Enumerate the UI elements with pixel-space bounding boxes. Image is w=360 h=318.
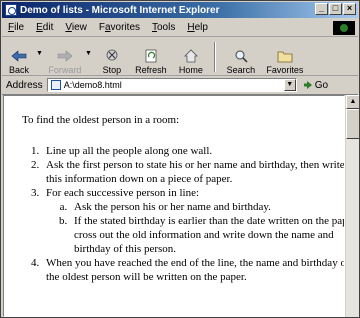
address-label: Address bbox=[6, 79, 43, 91]
maximize-button[interactable]: □ bbox=[329, 3, 342, 15]
scroll-up-button[interactable]: ▲ bbox=[346, 95, 359, 109]
steps-list: Line up all the people along one wall. A… bbox=[22, 144, 344, 284]
title-bar[interactable]: Demo of lists - Microsoft Internet Explo… bbox=[2, 2, 358, 18]
vertical-scrollbar[interactable]: ▲ bbox=[345, 95, 359, 317]
page-content: To find the oldest person in a room: Lin… bbox=[3, 95, 345, 317]
search-icon bbox=[235, 50, 248, 63]
toolbar-separator bbox=[213, 42, 216, 72]
list-item: Line up all the people along one wall. bbox=[42, 144, 344, 158]
refresh-button[interactable]: Refresh bbox=[130, 39, 172, 75]
toolbar: Back ▼ Forward ▼ Stop Refresh Home Searc… bbox=[2, 37, 358, 76]
list-item: When you have reached the end of the lin… bbox=[42, 256, 344, 284]
address-dropdown-icon[interactable]: ▼ bbox=[283, 79, 296, 91]
list-item: Ask the first person to state his or her… bbox=[42, 158, 344, 186]
menu-view[interactable]: View bbox=[59, 22, 93, 33]
address-bar: Address A:\demo8.html ▼ Go bbox=[2, 76, 358, 95]
home-icon bbox=[183, 49, 198, 63]
address-input[interactable]: A:\demo8.html ▼ bbox=[46, 78, 297, 92]
menu-favorites[interactable]: Favorites bbox=[93, 22, 146, 33]
go-arrow-icon bbox=[303, 81, 312, 89]
menu-tools[interactable]: Tools bbox=[146, 22, 181, 33]
menu-file[interactable]: File bbox=[2, 22, 30, 33]
browser-window: Demo of lists - Microsoft Internet Explo… bbox=[0, 0, 360, 318]
address-value: A:\demo8.html bbox=[63, 80, 122, 90]
favorites-folder-icon bbox=[277, 51, 293, 63]
step-text: For each successive person in line: bbox=[46, 187, 200, 199]
list-item: If the stated birthday is earlier than t… bbox=[70, 214, 344, 256]
window-controls: _ □ × bbox=[315, 3, 356, 15]
page-icon bbox=[50, 80, 61, 90]
ie-logo-icon bbox=[333, 21, 355, 35]
back-arrow-icon bbox=[11, 50, 27, 62]
scroll-thumb[interactable] bbox=[346, 109, 359, 139]
favorites-button[interactable]: Favorites bbox=[262, 39, 308, 75]
search-button[interactable]: Search bbox=[220, 39, 262, 75]
forward-dropdown-icon[interactable]: ▼ bbox=[85, 50, 92, 57]
refresh-icon bbox=[145, 49, 157, 63]
minimize-button[interactable]: _ bbox=[315, 3, 328, 15]
menu-help[interactable]: Help bbox=[181, 22, 214, 33]
close-button[interactable]: × bbox=[343, 3, 356, 15]
intro-text: To find the oldest person in a room: bbox=[22, 114, 180, 126]
back-button[interactable]: Back bbox=[2, 39, 36, 75]
forward-button[interactable]: Forward bbox=[45, 39, 85, 75]
sub-steps-list: Ask the person his or her name and birth… bbox=[46, 200, 344, 256]
list-item: For each successive person in line: Ask … bbox=[42, 186, 344, 256]
window-title: Demo of lists - Microsoft Internet Explo… bbox=[20, 4, 220, 16]
ie-page-icon bbox=[5, 4, 17, 16]
stop-button[interactable]: Stop bbox=[94, 39, 130, 75]
menu-edit[interactable]: Edit bbox=[30, 22, 59, 33]
back-dropdown-icon[interactable]: ▼ bbox=[36, 50, 43, 57]
home-button[interactable]: Home bbox=[172, 39, 210, 75]
menu-bar: File Edit View Favorites Tools Help bbox=[2, 19, 358, 37]
forward-arrow-icon bbox=[57, 50, 73, 62]
stop-icon bbox=[106, 49, 118, 61]
list-item: Ask the person his or her name and birth… bbox=[70, 200, 344, 214]
go-button[interactable]: Go bbox=[303, 80, 328, 91]
